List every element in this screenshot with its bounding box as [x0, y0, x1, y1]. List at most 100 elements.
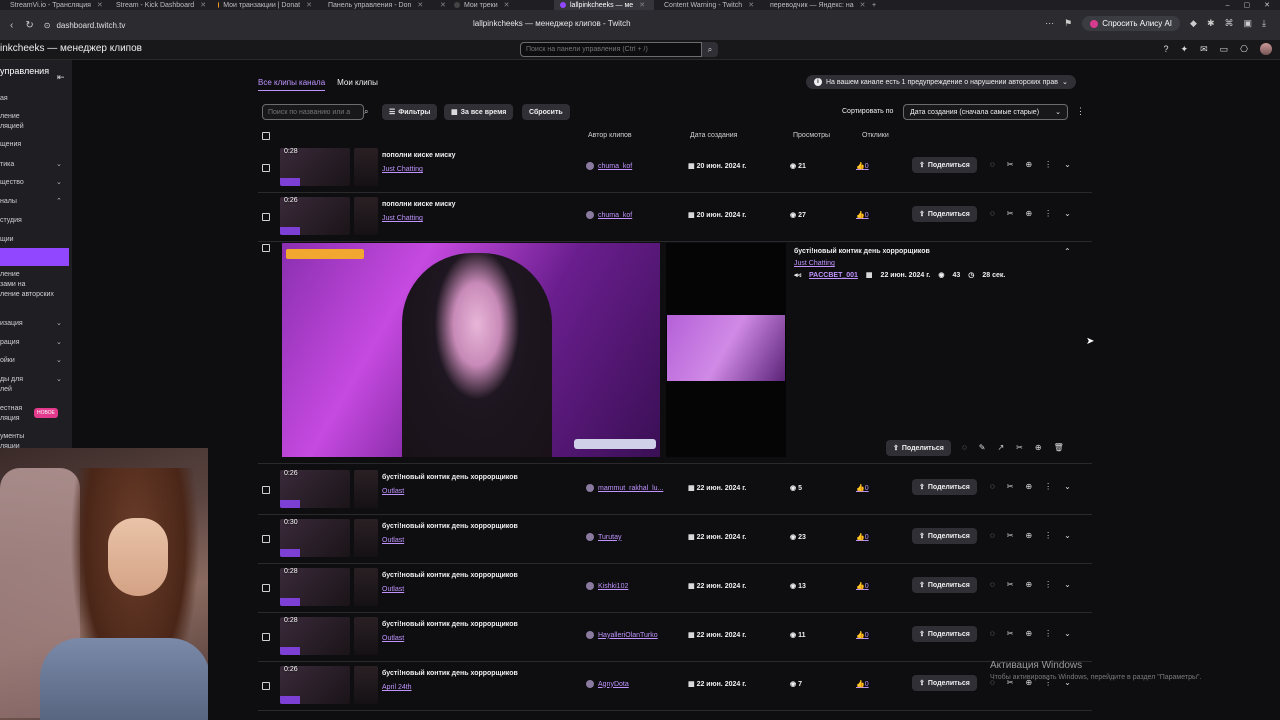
clip-category[interactable]: Just Chatting: [382, 166, 423, 173]
table-row[interactable]: 0:28 бустi!новый контик день хоррорщиков O…: [258, 613, 1092, 662]
chevron-down-icon[interactable]: ⌄: [56, 319, 62, 327]
clip-likes[interactable]: 👍0: [856, 484, 869, 492]
chevron-down-icon[interactable]: ⌄: [1064, 482, 1071, 491]
dashboard-search-button[interactable]: ⌕: [702, 42, 718, 57]
chevron-up-icon[interactable]: ⌃: [1064, 247, 1071, 256]
mail-icon[interactable]: ✉: [1200, 44, 1208, 55]
clip-category[interactable]: April 24th: [382, 684, 412, 691]
table-row[interactable]: 0:30 бустi!новый контик день хоррорщиков O…: [258, 515, 1092, 564]
browser-tab[interactable]: переводчик — Яндекс: на ✕: [760, 0, 866, 10]
loop-icon[interactable]: ◌: [990, 629, 995, 638]
clip-likes[interactable]: 👍0: [856, 211, 869, 219]
chat-icon[interactable]: ▭: [1220, 44, 1229, 55]
clip-likes[interactable]: 👍0: [856, 680, 869, 688]
close-tab-icon[interactable]: ✕: [200, 1, 206, 9]
clip-category[interactable]: Outlast: [382, 635, 404, 642]
clip-likes[interactable]: 👍0: [856, 582, 869, 590]
scissors-icon[interactable]: ✂: [1007, 209, 1014, 218]
loop-icon[interactable]: ◌: [990, 160, 995, 169]
clip-author[interactable]: Kishki102: [586, 582, 628, 590]
external-link-icon[interactable]: ↗: [997, 443, 1004, 452]
more-options-icon[interactable]: ⋮: [1076, 106, 1085, 117]
browser-tab[interactable]: Content Warning - Twitch ✕: [654, 0, 760, 10]
clip-likes[interactable]: 👍0: [856, 631, 869, 639]
select-all-checkbox[interactable]: [262, 132, 270, 140]
row-checkbox[interactable]: [262, 535, 270, 543]
edit-icon[interactable]: ✎: [979, 443, 986, 452]
share-button[interactable]: ⇪ Поделиться: [912, 626, 977, 642]
chevron-down-icon[interactable]: ⌄: [1064, 209, 1071, 218]
loop-icon[interactable]: ◌: [990, 482, 995, 491]
clip-thumbnail[interactable]: 0:28: [280, 568, 350, 606]
clip-author[interactable]: HayalleriOlanTurko: [586, 631, 658, 639]
close-tab-icon[interactable]: ✕: [860, 1, 866, 9]
scissors-icon[interactable]: ✂: [1007, 531, 1014, 540]
row-checkbox[interactable]: [262, 633, 270, 641]
browser-tab[interactable]: ✕: [424, 0, 448, 10]
clip-thumbnail[interactable]: 0:26: [280, 197, 350, 235]
share-button[interactable]: ⇪ Поделиться: [886, 440, 951, 456]
more-icon[interactable]: ⋮: [1044, 482, 1052, 491]
sidebar-item[interactable]: ление зами на ление авторских: [0, 270, 54, 300]
extension-icon[interactable]: ◆: [1190, 18, 1197, 29]
clip-vertical-thumbnail[interactable]: [354, 519, 378, 557]
clip-likes[interactable]: 👍0: [856, 533, 869, 541]
clip-vertical-thumbnail[interactable]: [354, 148, 378, 186]
chevron-down-icon[interactable]: ⌄: [1064, 629, 1071, 638]
sidebar-item[interactable]: щество: [0, 178, 24, 188]
chevron-down-icon[interactable]: ⌄: [56, 160, 62, 168]
expanded-clip-author[interactable]: PACCBET_001: [809, 272, 858, 279]
sidebar-item[interactable]: щения: [0, 140, 21, 150]
loop-icon[interactable]: ◌: [990, 209, 995, 218]
expanded-clip-category[interactable]: Just Chatting: [794, 260, 835, 267]
scissors-icon[interactable]: ✂: [1007, 160, 1014, 169]
search-icon[interactable]: ⌕: [364, 107, 368, 117]
chevron-down-icon[interactable]: ⌄: [56, 338, 62, 346]
share-button[interactable]: ⇪ Поделиться: [912, 577, 977, 593]
more-icon[interactable]: ⋮: [1044, 531, 1052, 540]
sidebar-item-clips-active[interactable]: [0, 248, 69, 266]
share-button[interactable]: ⇪ Поделиться: [912, 479, 977, 495]
sidebar-item[interactable]: рация: [0, 338, 20, 348]
chevron-down-icon[interactable]: ⌄: [56, 375, 62, 383]
close-tab-icon[interactable]: ✕: [748, 1, 754, 9]
clip-author[interactable]: AgnyDota: [586, 680, 629, 688]
clip-thumbnail[interactable]: 0:28: [280, 617, 350, 655]
clip-vertical-thumbnail[interactable]: [354, 197, 378, 235]
clip-thumbnail[interactable]: 0:26: [280, 470, 350, 508]
clip-author[interactable]: mammut_rakhal_lu...: [586, 484, 663, 492]
sidebar-item[interactable]: изация: [0, 319, 23, 329]
add-icon[interactable]: ⊕: [1025, 160, 1032, 169]
url-field[interactable]: ⊙ dashboard.twitch.tv: [44, 21, 126, 30]
alice-button[interactable]: Спросить Алису AI: [1082, 16, 1181, 31]
more-icon[interactable]: ⋮: [1044, 629, 1052, 638]
scissors-icon[interactable]: ✂: [1007, 629, 1014, 638]
clip-author[interactable]: Turutay: [586, 533, 621, 541]
chevron-down-icon[interactable]: ⌄: [56, 356, 62, 364]
loop-icon[interactable]: ◌: [962, 443, 967, 452]
clip-vertical-preview[interactable]: [666, 243, 786, 457]
sidebar-item[interactable]: естная ляция: [0, 404, 22, 424]
row-checkbox[interactable]: [262, 486, 270, 494]
row-checkbox[interactable]: [262, 584, 270, 592]
add-icon[interactable]: ⊕: [1035, 443, 1042, 452]
clip-vertical-thumbnail[interactable]: [354, 617, 378, 655]
loop-icon[interactable]: ◌: [990, 531, 995, 540]
translate-icon[interactable]: ⌘: [1225, 18, 1234, 29]
minimize-icon[interactable]: –: [1226, 2, 1230, 9]
browser-tab[interactable]: Мои транзакции | Donat ✕: [212, 0, 318, 10]
add-icon[interactable]: ⊕: [1025, 629, 1032, 638]
avatar[interactable]: [1260, 43, 1272, 55]
close-tab-icon[interactable]: ✕: [440, 1, 446, 9]
bookmark-icon[interactable]: ⚑: [1064, 18, 1072, 29]
chevron-up-icon[interactable]: ⌃: [56, 197, 62, 205]
clip-vertical-thumbnail[interactable]: [354, 568, 378, 606]
browser-tab[interactable]: Мои треки ✕: [448, 0, 554, 10]
browser-tab[interactable]: StreamVi.io - Трансляция ✕: [0, 0, 106, 10]
more-icon[interactable]: ⋮: [1044, 209, 1052, 218]
share-button[interactable]: ⇪ Поделиться: [912, 675, 977, 691]
site-info-icon[interactable]: ⊙: [44, 21, 51, 30]
close-tab-icon[interactable]: ✕: [306, 1, 312, 9]
puzzle-icon[interactable]: ✱: [1207, 18, 1215, 29]
clip-category[interactable]: Outlast: [382, 488, 404, 495]
